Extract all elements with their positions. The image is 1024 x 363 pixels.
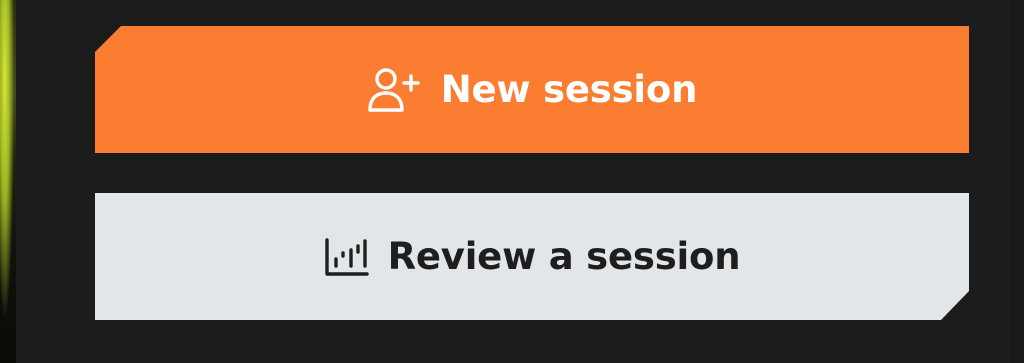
background-image-edge: [0, 0, 16, 363]
panel-edge: [1010, 0, 1024, 363]
new-session-label: New session: [440, 68, 698, 111]
new-session-button[interactable]: New session: [95, 26, 969, 153]
review-session-label: Review a session: [387, 235, 741, 278]
user-plus-icon: [367, 66, 423, 114]
bar-chart-icon: [324, 237, 370, 277]
review-session-button[interactable]: Review a session: [95, 193, 969, 320]
